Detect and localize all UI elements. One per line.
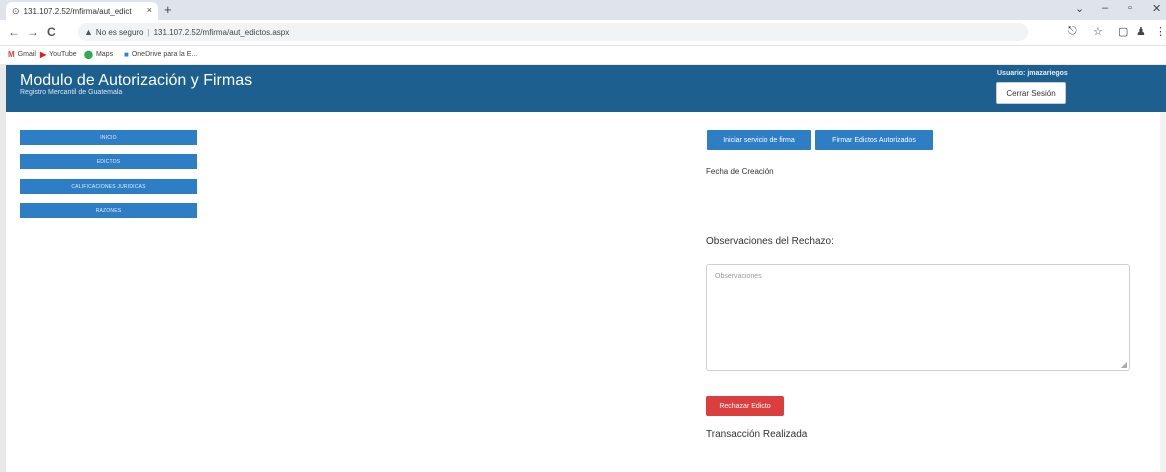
onedrive-icon: ■ (124, 50, 129, 59)
forward-icon[interactable]: → (27, 25, 39, 39)
transaction-status: Transacción Realizada (706, 429, 808, 440)
reload-icon[interactable]: C (47, 25, 56, 39)
security-status: No es seguro (95, 27, 144, 37)
bookmark-maps[interactable]: ⬤ Maps (84, 50, 113, 59)
logout-button[interactable]: Cerrar Sesión (996, 82, 1066, 104)
sidebar-panel-icon[interactable]: ▢ (1118, 25, 1128, 38)
kebab-menu-icon[interactable]: ⋮ (1155, 25, 1166, 38)
current-user: Usuario: jmazariegos (997, 70, 1068, 77)
url-text: 131.107.2.52/mfirma/aut_edictos.aspx (153, 27, 290, 37)
bookmark-label: Gmail (17, 51, 36, 58)
main-content: INICIO EDICTOS CALIFICACIONES JURIDICAS … (6, 112, 1160, 472)
bookmark-onedrive[interactable]: ■ OneDrive para la E... (124, 50, 197, 59)
app-title: Modulo de Autorización y Firmas (20, 72, 253, 89)
tab-title: 131.107.2.52/mfirma/aut_edict (23, 6, 132, 16)
bookmark-youtube[interactable]: ▶ YouTube (40, 50, 77, 59)
bookmark-label: OneDrive para la E... (131, 51, 198, 58)
minimize-button[interactable]: – (1102, 2, 1108, 14)
address-bar[interactable]: ▲ No es seguro | 131.107.2.52/mfirma/aut… (78, 23, 1028, 41)
maps-pin-icon: ⬤ (84, 50, 93, 59)
start-signing-service-button[interactable]: Iniciar servicio de firma (707, 130, 811, 150)
sidebar-item-calificaciones[interactable]: CALIFICACIONES JURIDICAS (20, 179, 197, 194)
sidebar-item-edictos[interactable]: EDICTOS (20, 154, 197, 169)
sign-authorized-edicts-button[interactable]: Firmar Edictos Autorizados (815, 130, 933, 150)
close-window-button[interactable]: ✕ (1152, 2, 1161, 15)
reject-edict-button[interactable]: Rechazar Edicto (706, 396, 784, 416)
bookmark-star-icon[interactable]: ☆ (1093, 25, 1103, 38)
browser-tab-strip: ⊙ 131.107.2.52/mfirma/aut_edict × + ⌄ – … (0, 0, 1166, 20)
browser-tab[interactable]: ⊙ 131.107.2.52/mfirma/aut_edict × (6, 2, 158, 20)
resize-grip-icon[interactable]: ◢ (1121, 360, 1127, 369)
app-header: Modulo de Autorización y Firmas Registro… (0, 65, 1166, 112)
sidebar-item-razones[interactable]: RAZONES (20, 203, 197, 218)
observations-placeholder: Observaciones (715, 273, 762, 280)
warning-icon: ▲ (84, 27, 93, 37)
creation-date-label: Fecha de Creación (706, 167, 774, 176)
bookmark-label: Maps (95, 51, 114, 58)
app-subtitle: Registro Mercantil de Guatemala (20, 89, 123, 96)
tab-close-icon[interactable]: × (147, 5, 152, 15)
youtube-icon: ▶ (40, 50, 47, 59)
back-icon[interactable]: ← (8, 25, 20, 39)
share-icon[interactable]: ⎋ (1068, 25, 1077, 38)
rejection-observations-label: Observaciones del Rechazo: (706, 236, 834, 247)
site-globe-icon: ⊙ (12, 5, 20, 16)
bookmark-gmail[interactable]: M Gmail (8, 50, 36, 59)
browser-toolbar: ← → C ▲ No es seguro | 131.107.2.52/mfir… (0, 20, 1166, 46)
bookmark-label: YouTube (49, 51, 77, 58)
maximize-button[interactable]: ▫ (1128, 2, 1132, 14)
new-tab-button[interactable]: + (164, 2, 172, 17)
tab-search-icon[interactable]: ⌄ (1075, 2, 1084, 15)
gmail-icon: M (8, 50, 15, 59)
url-separator: | (147, 27, 150, 37)
bookmarks-bar: M Gmail ▶ YouTube ⬤ Maps ■ OneDrive para… (0, 46, 1166, 65)
profile-icon[interactable]: ♟ (1136, 25, 1146, 38)
observations-textarea[interactable]: Observaciones ◢ (706, 264, 1130, 371)
sidebar-item-inicio[interactable]: INICIO (20, 130, 197, 145)
